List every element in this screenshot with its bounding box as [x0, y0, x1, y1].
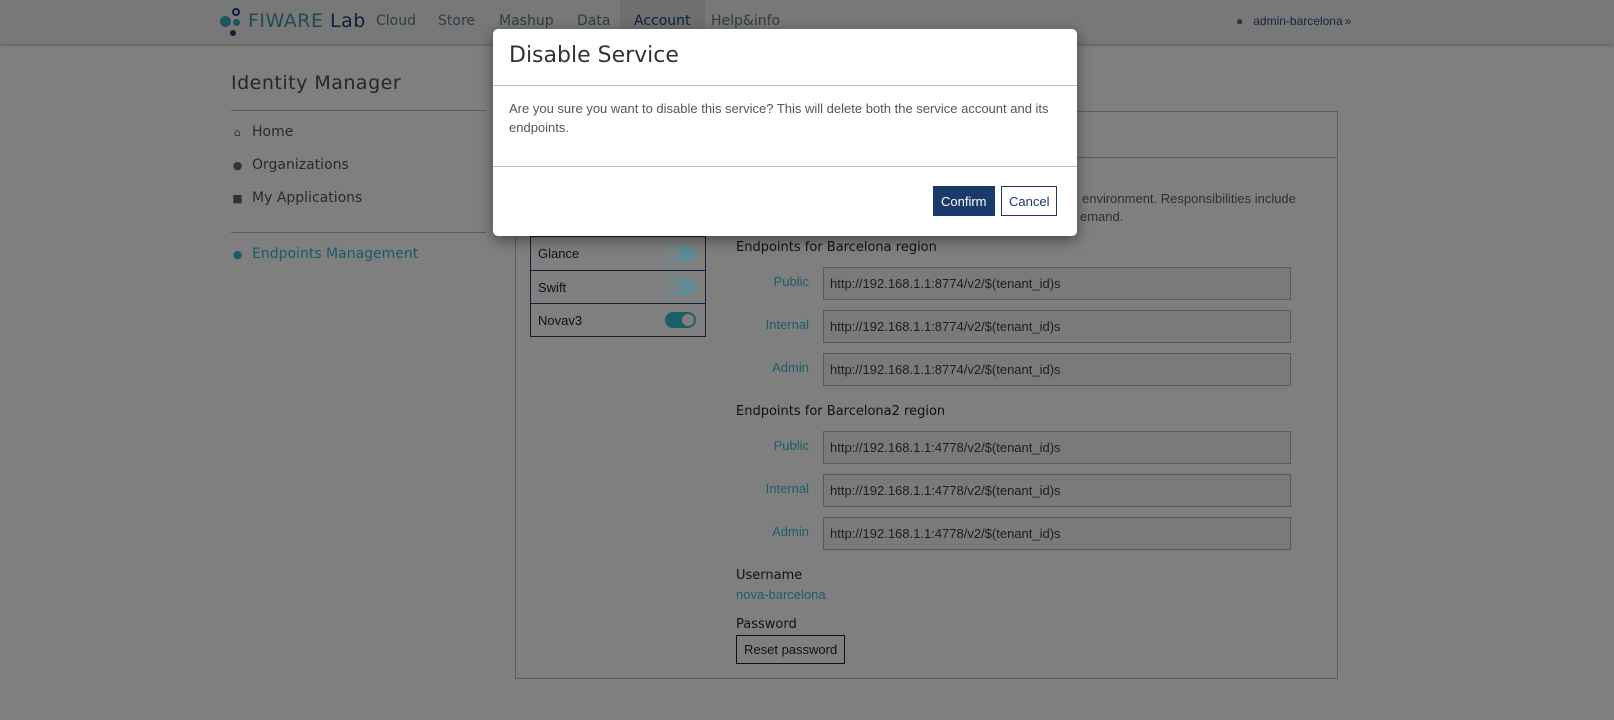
service-item-swift[interactable]: Swift — [531, 270, 705, 303]
sidebar-item-my-applications[interactable]: ■ My Applications — [231, 190, 362, 206]
reset-password-button[interactable]: Reset password — [736, 635, 846, 664]
service-description: emand. — [1080, 209, 1124, 224]
endpoint-admin-input[interactable] — [823, 353, 1291, 386]
region-title: Endpoints for Barcelona2 region — [736, 404, 946, 419]
service-item-novav3[interactable]: Novav3 — [531, 303, 705, 336]
divider — [493, 166, 1077, 167]
sidebar-title: Identity Manager — [231, 72, 402, 94]
endpoint-label: Public — [773, 274, 809, 289]
endpoint-public-input[interactable] — [823, 431, 1291, 464]
endpoint-label: Public — [773, 438, 809, 453]
modal-title: Disable Service — [509, 43, 679, 68]
modal-body: Are you sure you want to disable this se… — [509, 101, 1049, 135]
divider — [231, 232, 486, 233]
users-icon: ● — [232, 158, 243, 172]
nav-store[interactable]: Store — [438, 13, 475, 29]
disable-service-modal: Disable Service Are you sure you want to… — [493, 29, 1077, 236]
service-list: Glance Swift Novav3 — [530, 236, 706, 337]
cancel-button[interactable]: Cancel — [1001, 186, 1058, 216]
logo-icon — [220, 6, 242, 36]
globe-icon: ● — [232, 247, 243, 261]
home-icon: ⌂ — [234, 125, 241, 139]
cube-icon: ■ — [232, 191, 243, 205]
nav-mashup[interactable]: Mashup — [499, 13, 554, 29]
endpoint-internal-input[interactable] — [823, 310, 1291, 343]
confirm-button[interactable]: Confirm — [933, 186, 995, 216]
service-toggle[interactable] — [665, 279, 696, 295]
endpoint-public-input[interactable] — [823, 267, 1291, 300]
service-description: environment. Responsibilities include — [1082, 191, 1296, 206]
endpoint-label: Internal — [765, 481, 809, 496]
username-label: Username — [736, 568, 803, 583]
endpoint-internal-input[interactable] — [823, 474, 1291, 507]
divider — [493, 85, 1077, 86]
sidebar-item-organizations[interactable]: ● Organizations — [231, 157, 349, 173]
username: admin-barcelona — [1253, 14, 1343, 28]
chevron-down-icon: » — [1344, 14, 1352, 28]
fiware-lab-logo[interactable]: FIWARE Lab — [220, 6, 366, 36]
divider — [231, 110, 486, 111]
sidebar-item-home[interactable]: ⌂ Home — [231, 124, 293, 140]
service-item-glance[interactable]: Glance — [531, 237, 705, 270]
endpoint-admin-input[interactable] — [823, 517, 1291, 550]
password-label: Password — [736, 617, 797, 632]
endpoint-label: Internal — [765, 317, 809, 332]
nav-helpinfo[interactable]: Help&info — [711, 13, 780, 29]
endpoint-label: Admin — [772, 360, 809, 375]
username-value: nova-barcelona — [736, 587, 826, 602]
region-title: Endpoints for Barcelona region — [736, 240, 937, 255]
nav-cloud[interactable]: Cloud — [376, 13, 416, 29]
service-toggle[interactable] — [665, 245, 696, 262]
user-menu[interactable]: ● admin-barcelona » — [1236, 14, 1351, 28]
endpoint-label: Admin — [772, 524, 809, 539]
user-icon: ● — [1236, 14, 1244, 28]
sidebar-item-endpoints-management[interactable]: ● Endpoints Management — [231, 246, 419, 262]
nav-data[interactable]: Data — [577, 13, 610, 29]
service-toggle[interactable] — [665, 312, 696, 328]
